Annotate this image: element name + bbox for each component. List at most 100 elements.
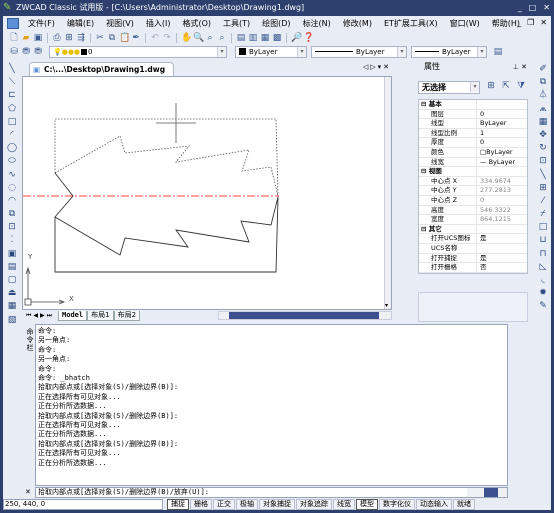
polygon-icon[interactable]: ⬠ bbox=[7, 104, 17, 116]
property-row[interactable]: 线宽 — ByLayer bbox=[419, 157, 527, 168]
property-row[interactable]: 颜色 □ByLayer bbox=[419, 147, 527, 158]
status-toggle-3[interactable]: 极轴 bbox=[236, 499, 258, 510]
save-icon[interactable]: ▣ bbox=[33, 33, 43, 43]
join-icon[interactable]: ⊓ bbox=[538, 249, 548, 261]
array-icon[interactable]: ▦ bbox=[538, 117, 548, 129]
lineweight-combo[interactable]: ByLayer ▾ bbox=[411, 45, 487, 58]
tab-model[interactable]: Model bbox=[58, 310, 88, 321]
tab-close-button[interactable]: ✕ bbox=[383, 63, 391, 71]
zoom-previous-icon[interactable]: ⌕ bbox=[217, 33, 227, 43]
document-tab[interactable]: ▣ C:\...\Desktop\Drawing1.dwg bbox=[29, 62, 175, 76]
search-icon[interactable]: 🔎 bbox=[291, 33, 302, 43]
property-row[interactable]: 打开捕捉是 bbox=[419, 253, 527, 264]
layer-manager-icon[interactable]: ⛁ bbox=[9, 47, 19, 57]
help-icon[interactable]: ❓ bbox=[303, 33, 314, 43]
chamfer-icon[interactable]: ◺ bbox=[538, 262, 548, 274]
gradient-icon[interactable]: ▤ bbox=[7, 262, 17, 274]
table-icon[interactable]: ▦ bbox=[7, 301, 17, 313]
spline-icon[interactable]: ∿ bbox=[7, 170, 17, 182]
stretch-icon[interactable]: ╲ bbox=[538, 170, 548, 182]
doc-minimize-button[interactable]: _ bbox=[517, 18, 521, 27]
cut-icon[interactable]: ✂ bbox=[95, 33, 105, 43]
property-row[interactable]: 打开栅格否 bbox=[419, 263, 527, 273]
property-value[interactable]: 0 bbox=[477, 110, 484, 119]
property-row[interactable]: 打开UCS图标是 bbox=[419, 234, 527, 244]
property-value[interactable]: — ByLayer bbox=[477, 158, 515, 167]
paste-icon[interactable]: 📋 bbox=[119, 33, 130, 43]
menu-modify[interactable]: 修改(M) bbox=[337, 18, 378, 29]
document-icon[interactable] bbox=[7, 18, 19, 29]
category-row[interactable]: ⊟ 其它 bbox=[419, 224, 527, 235]
properties-icon[interactable]: ▤ bbox=[236, 33, 246, 43]
property-row[interactable]: 线型比例 1 bbox=[419, 128, 527, 139]
zoom-realtime-icon[interactable]: 🔍 bbox=[193, 33, 204, 43]
status-toggle-7[interactable]: 模型 bbox=[356, 499, 378, 510]
status-toggle-8[interactable]: 数字化仪 bbox=[379, 499, 415, 510]
status-toggle-5[interactable]: 对象追踪 bbox=[296, 499, 332, 510]
layer-combo[interactable]: 💡●●● 0 ▾ bbox=[49, 45, 227, 58]
ellipse-arc-icon[interactable]: ◌ bbox=[7, 183, 17, 195]
menu-draw[interactable]: 绘图(D) bbox=[256, 18, 296, 29]
property-value[interactable] bbox=[477, 244, 480, 253]
select-objects-icon[interactable]: ⇱ bbox=[501, 81, 511, 91]
property-value[interactable]: 是 bbox=[477, 254, 487, 263]
menu-format[interactable]: 格式(O) bbox=[176, 18, 217, 29]
horizontal-scrollbar[interactable] bbox=[218, 311, 392, 320]
category-row[interactable]: ⊟ 基本 bbox=[419, 100, 527, 110]
make-block-icon[interactable]: ⊡ bbox=[7, 222, 17, 234]
print-icon[interactable]: ⎙ bbox=[52, 33, 62, 43]
vertical-scrollbar[interactable]: ▾ bbox=[384, 77, 391, 309]
plot-style-icon[interactable]: ▤ bbox=[493, 47, 503, 57]
print-preview-icon[interactable]: ⊞ bbox=[64, 33, 74, 43]
minimize-button[interactable]: _ bbox=[518, 0, 522, 16]
property-value[interactable]: □ByLayer bbox=[477, 148, 513, 157]
menu-window[interactable]: 窗口(W) bbox=[444, 18, 486, 29]
circle-icon[interactable]: ◯ bbox=[7, 143, 17, 155]
pan-icon[interactable]: ✋ bbox=[181, 33, 192, 43]
edit-icon[interactable]: ✎ bbox=[538, 301, 548, 313]
chevron-down-icon[interactable]: ▾ bbox=[397, 46, 406, 57]
scale-icon[interactable]: ⊡ bbox=[538, 156, 548, 168]
menu-tools[interactable]: 工具(T) bbox=[217, 18, 256, 29]
redo-icon[interactable]: ↷ bbox=[162, 33, 172, 43]
status-toggle-9[interactable]: 动态输入 bbox=[416, 499, 452, 510]
layer-previous-icon[interactable]: ⛃ bbox=[21, 47, 31, 57]
lengthen-icon[interactable]: ⊞ bbox=[538, 183, 548, 195]
region-icon[interactable]: ▢ bbox=[7, 275, 17, 287]
command-input[interactable]: 拾取内部点或[选择对象(S)/删除边界(B)/放弃(U)]: bbox=[35, 487, 508, 498]
status-toggle-0[interactable]: 捕捉 bbox=[167, 499, 189, 510]
property-value[interactable]: 0 bbox=[477, 138, 484, 147]
tab-next-button[interactable]: ▷ bbox=[370, 63, 377, 71]
layer-state-icon[interactable]: ⛃ bbox=[33, 47, 43, 57]
wipeout-icon[interactable]: ⏏ bbox=[7, 288, 17, 300]
collapse-icon[interactable]: ⊟ bbox=[421, 225, 426, 233]
trim-icon[interactable]: ⁄ bbox=[538, 196, 548, 208]
mtext-icon[interactable]: ▧ bbox=[7, 315, 17, 327]
menu-file[interactable]: 文件(F) bbox=[22, 18, 61, 29]
status-toggle-10[interactable]: 就绪 bbox=[453, 499, 475, 510]
status-toggle-1[interactable]: 栅格 bbox=[190, 499, 212, 510]
undo-icon[interactable]: ↶ bbox=[150, 33, 160, 43]
tool-palette-icon[interactable]: ▦ bbox=[260, 33, 270, 43]
publish-icon[interactable]: ⇶ bbox=[76, 33, 86, 43]
copy-object-icon[interactable]: ⧉ bbox=[538, 77, 548, 89]
property-value[interactable]: 1 bbox=[477, 129, 484, 138]
hatch-icon[interactable]: ▣ bbox=[7, 249, 17, 261]
tab-layout1[interactable]: 布局1 bbox=[87, 310, 114, 321]
menu-dimension[interactable]: 标注(N) bbox=[297, 18, 337, 29]
property-row[interactable]: 中心点 X 334.9674 bbox=[419, 176, 527, 187]
chevron-down-icon[interactable]: ▾ bbox=[297, 46, 306, 57]
revcloud-icon[interactable]: ◠ bbox=[7, 196, 17, 208]
linetype-combo[interactable]: ByLayer ▾ bbox=[311, 45, 407, 58]
match-properties-icon[interactable]: ✒ bbox=[131, 33, 141, 43]
scrollbar-thumb[interactable] bbox=[229, 312, 379, 319]
ellipse-icon[interactable]: ⬭ bbox=[7, 156, 17, 168]
ray-icon[interactable]: ⟍ bbox=[7, 77, 17, 89]
maximize-button[interactable]: □ bbox=[529, 0, 537, 16]
menu-edit[interactable]: 编辑(E) bbox=[61, 18, 100, 29]
collapse-icon[interactable]: ⊟ bbox=[421, 100, 426, 108]
property-row[interactable]: 图层 0 bbox=[419, 109, 527, 120]
selection-dropdown[interactable]: 无选择 ▾ bbox=[418, 81, 480, 94]
property-value[interactable]: ByLayer bbox=[477, 119, 506, 128]
layout-nav-buttons[interactable]: ⏮◀▶⏭ bbox=[22, 312, 58, 320]
